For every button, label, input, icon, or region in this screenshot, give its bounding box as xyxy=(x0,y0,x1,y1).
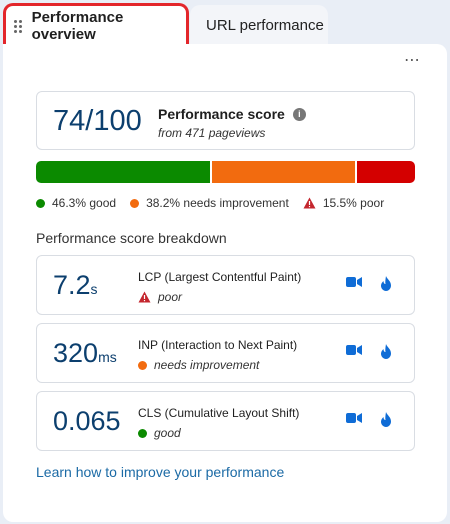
tab-label: Performance overview xyxy=(31,9,124,43)
drag-handle-icon[interactable] xyxy=(14,19,26,33)
tab-performance-overview[interactable]: Performance overview xyxy=(3,3,189,46)
legend-poor: 15.5% poor xyxy=(303,196,384,210)
score-value: 74/100 xyxy=(53,105,142,137)
tab-url-performance[interactable]: URL performance xyxy=(190,5,328,46)
metric-unit: ms xyxy=(98,349,117,365)
flame-icon[interactable] xyxy=(380,344,392,359)
info-icon[interactable]: i xyxy=(292,107,306,121)
legend-good: 46.3% good xyxy=(36,196,116,210)
metric-status: good xyxy=(138,426,181,440)
metric-name: CLS (Cumulative Layout Shift) xyxy=(138,406,300,420)
learn-more-link[interactable]: Learn how to improve your performance xyxy=(36,464,284,480)
warning-icon xyxy=(303,197,316,209)
metric-name: LCP (Largest Contentful Paint) xyxy=(138,270,302,284)
metric-value: 7.2s xyxy=(53,270,98,301)
metric-number: 320 xyxy=(53,338,99,368)
metric-status-label: good xyxy=(154,426,181,440)
video-camera-icon[interactable] xyxy=(346,412,362,424)
performance-score-box: 74/100 Performance score i from 471 page… xyxy=(36,91,415,150)
score-title: Performance score i xyxy=(158,106,306,122)
metric-actions xyxy=(346,276,392,291)
metric-actions xyxy=(346,344,392,359)
metric-cls[interactable]: 0.065 CLS (Cumulative Layout Shift) good xyxy=(36,391,415,451)
breakdown-title: Performance score breakdown xyxy=(36,230,227,246)
metric-status: poor xyxy=(138,290,182,304)
needs-improvement-dot-icon xyxy=(130,198,140,208)
metric-status-label: needs improvement xyxy=(154,358,260,372)
flame-icon[interactable] xyxy=(380,276,392,291)
distribution-legend: 46.3% good 38.2% needs improvement 15.5%… xyxy=(36,196,398,210)
metric-unit: s xyxy=(90,281,98,297)
tab-bar: Performance overview URL performance xyxy=(0,0,450,46)
more-options-icon[interactable]: ⋯ xyxy=(404,50,421,70)
metric-inp[interactable]: 320ms INP (Interaction to Next Paint) ne… xyxy=(36,323,415,383)
metric-actions xyxy=(346,412,392,427)
good-dot-icon xyxy=(138,428,147,438)
metric-number: 0.065 xyxy=(53,406,121,436)
distribution-bar xyxy=(36,161,415,183)
score-subtitle: from 471 pageviews xyxy=(158,126,266,140)
metric-lcp[interactable]: 7.2s LCP (Largest Contentful Paint) poor xyxy=(36,255,415,315)
good-dot-icon xyxy=(36,198,45,208)
metric-status: needs improvement xyxy=(138,358,259,372)
metric-status-label: poor xyxy=(158,290,183,304)
needs-improvement-segment xyxy=(211,161,355,183)
score-title-text: Performance score xyxy=(158,106,285,122)
legend-needs-improvement: 38.2% needs improvement xyxy=(130,196,289,210)
warning-icon xyxy=(138,291,151,303)
poor-segment xyxy=(356,161,415,183)
metric-number: 7.2 xyxy=(53,270,91,300)
metric-value: 0.065 xyxy=(53,406,121,437)
metric-value: 320ms xyxy=(53,338,117,369)
video-camera-icon[interactable] xyxy=(346,276,362,288)
tab-label: URL performance xyxy=(206,17,324,34)
good-segment xyxy=(36,161,210,183)
flame-icon[interactable] xyxy=(380,412,392,427)
legend-good-label: 46.3% good xyxy=(52,196,117,210)
video-camera-icon[interactable] xyxy=(346,344,362,356)
performance-card: ⋯ 74/100 Performance score i from 471 pa… xyxy=(3,44,447,522)
legend-needs-improvement-label: 38.2% needs improvement xyxy=(146,196,289,210)
legend-poor-label: 15.5% poor xyxy=(322,196,385,210)
needs-improvement-dot-icon xyxy=(138,360,147,370)
metric-name: INP (Interaction to Next Paint) xyxy=(138,338,298,352)
